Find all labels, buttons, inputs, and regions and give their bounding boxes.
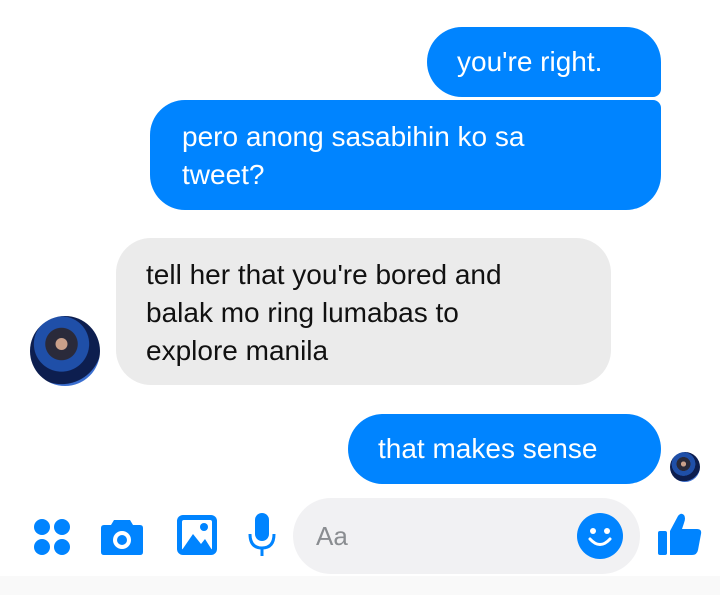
message-bubble-received[interactable]: tell her that you're bored and balak mo … <box>116 238 611 385</box>
message-bubble-sent[interactable]: pero anong sasabihin ko sa tweet? <box>150 100 661 210</box>
apps-icon[interactable] <box>33 518 71 556</box>
message-input[interactable]: Aa <box>293 498 640 574</box>
message-text: that makes sense <box>378 433 598 464</box>
message-bubble-sent[interactable]: you're right. <box>427 27 661 97</box>
contact-avatar[interactable] <box>30 316 100 386</box>
camera-icon[interactable] <box>100 516 144 556</box>
message-input-placeholder: Aa <box>316 521 348 551</box>
seen-receipt-avatar <box>670 452 700 482</box>
message-bubble-sent[interactable]: that makes sense <box>348 414 661 484</box>
message-text: pero anong sasabihin ko sa tweet? <box>182 121 525 190</box>
emoji-icon[interactable] <box>576 512 624 560</box>
bottom-bar <box>0 576 720 595</box>
mic-icon[interactable] <box>248 512 276 558</box>
like-icon[interactable] <box>656 510 704 558</box>
gallery-icon[interactable] <box>176 514 218 556</box>
message-text: you're right. <box>457 46 603 77</box>
message-text: tell her that you're bored and balak mo … <box>146 259 502 366</box>
